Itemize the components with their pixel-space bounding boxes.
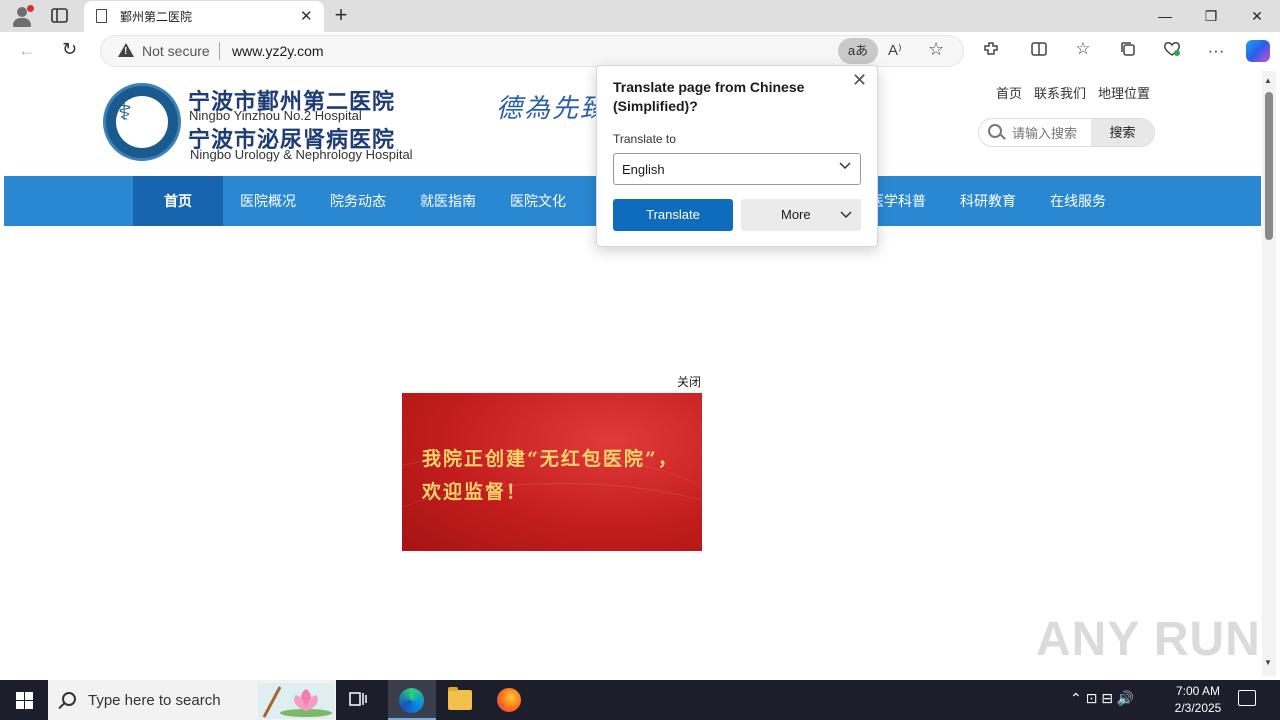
favorites-icon[interactable]: ☆ (1072, 39, 1094, 59)
top-link-contact[interactable]: 联系我们 (1034, 86, 1086, 101)
nav-item-online[interactable]: 在线服务 (1033, 176, 1123, 226)
maximize-button[interactable]: ❐ (1188, 0, 1234, 32)
system-tray-icons[interactable]: ⌃ ⊡ ⊟ 🔊 (1070, 690, 1134, 707)
page-icon (96, 9, 107, 23)
favorite-icon[interactable]: ☆ (928, 39, 944, 60)
notification-icon[interactable] (1238, 690, 1256, 706)
edge-icon (399, 688, 424, 713)
address-divider (219, 42, 220, 60)
not-secure-label[interactable]: Not secure (142, 43, 210, 59)
collections-icon[interactable] (1117, 40, 1139, 63)
search-icon (62, 692, 76, 706)
chevron-down-icon[interactable] (838, 158, 852, 175)
translate-icon[interactable]: aあ (838, 38, 878, 64)
active-tab[interactable]: 鄞州第二医院 ✕ (84, 1, 324, 32)
address-bar[interactable] (100, 35, 964, 67)
nav-item-home[interactable]: 首页 (133, 176, 223, 226)
file-explorer-icon[interactable] (448, 687, 472, 710)
copilot-icon[interactable] (1246, 40, 1270, 62)
hospital-name-en-2: Ningbo Urology & Nephrology Hospital (190, 147, 413, 162)
search-icon (988, 124, 1002, 138)
calligraphy-motto: 德為先臻 (496, 94, 609, 124)
nav-item-overview[interactable]: 医院概况 (223, 176, 313, 226)
nav-item-research[interactable]: 科研教育 (943, 176, 1033, 226)
banner-text: 我院正创建“无红包医院”，欢迎监督！ (422, 448, 679, 503)
task-view-icon[interactable] (348, 690, 368, 713)
warning-icon[interactable]: ! (118, 43, 134, 57)
chevron-down-icon (839, 199, 853, 243)
top-link-location[interactable]: 地理位置 (1098, 86, 1150, 101)
site-search-input[interactable] (1012, 122, 1084, 144)
close-ad-link[interactable]: 关闭 (677, 373, 701, 390)
hospital-name-en-1: Ningbo Yinzhou No.2 Hospital (189, 108, 362, 123)
more-options-button[interactable]: More (741, 199, 861, 231)
firefox-icon[interactable] (497, 688, 521, 712)
extensions-icon[interactable] (980, 40, 1002, 63)
anyrun-watermark: ANY RUN (1036, 613, 1261, 666)
nav-item-news[interactable]: 院务动态 (313, 176, 403, 226)
nav-item-guide[interactable]: 就医指南 (403, 176, 493, 226)
top-links: 首页 联系我们 地理位置 (996, 83, 1162, 102)
translate-popup-title: Translate page from Chinese (Simplified)… (613, 79, 805, 114)
site-search-button[interactable]: 搜索 (1091, 119, 1154, 146)
profile-icon[interactable] (9, 5, 35, 27)
reload-icon[interactable]: ↻ (62, 39, 77, 60)
more-icon[interactable]: ··· (1205, 41, 1227, 61)
language-select-value[interactable]: English (622, 162, 665, 177)
url-text[interactable]: www.yz2y.com (232, 43, 324, 59)
taskbar-search-placeholder[interactable]: Type here to search (88, 692, 221, 709)
minimize-button[interactable]: — (1142, 0, 1188, 32)
scroll-down-icon[interactable]: ▼ (1264, 658, 1272, 667)
taskbar-clock[interactable]: 7:00 AM 2/3/2025 (1166, 683, 1230, 717)
hospital-logo[interactable]: ⚕ (103, 83, 181, 161)
clock-date: 2/3/2025 (1174, 701, 1222, 715)
more-options-label: More (781, 207, 811, 222)
back-icon[interactable]: ← (18, 40, 36, 61)
translate-button[interactable]: Translate (613, 199, 733, 231)
nav-item-culture[interactable]: 医院文化 (493, 176, 583, 226)
windows-logo-icon (16, 692, 33, 709)
no-red-envelope-banner[interactable]: 我院正创建“无红包医院”，欢迎监督！ (402, 393, 702, 551)
tab-actions-icon[interactable] (50, 7, 70, 25)
close-icon[interactable]: ✕ (852, 70, 867, 91)
new-tab-button[interactable]: + (330, 3, 352, 27)
tab-close-icon[interactable]: ✕ (300, 7, 313, 25)
close-window-button[interactable]: ✕ (1234, 0, 1280, 32)
lotus-search-highlight-icon (258, 683, 334, 719)
clock-time: 7:00 AM (1175, 684, 1221, 698)
tab-title: 鄞州第二医院 (120, 10, 193, 24)
scroll-up-icon[interactable]: ▲ (1264, 76, 1272, 85)
translate-to-label: Translate to (613, 132, 676, 146)
split-screen-icon[interactable] (1028, 40, 1050, 63)
top-link-home[interactable]: 首页 (996, 86, 1022, 101)
browser-essentials-icon[interactable] (1161, 40, 1183, 63)
scrollbar-thumb[interactable] (1265, 92, 1273, 240)
read-aloud-icon[interactable]: A⁾ (888, 41, 902, 59)
